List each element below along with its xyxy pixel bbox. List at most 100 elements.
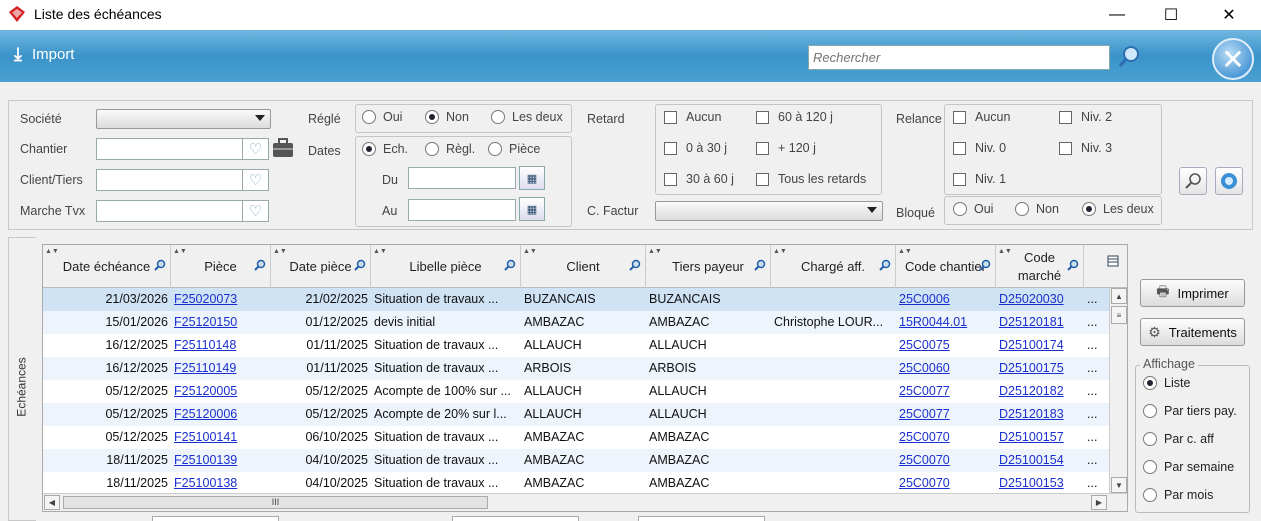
cell-code-chantier[interactable]: 25C0060 bbox=[896, 357, 996, 380]
affichage-caff-radio[interactable]: Par c. aff bbox=[1143, 432, 1214, 446]
cell-piece[interactable]: F25110148 bbox=[171, 334, 271, 357]
cell-piece[interactable]: F25100139 bbox=[171, 449, 271, 472]
cell-code-chantier[interactable]: 25C0006 bbox=[896, 288, 996, 311]
briefcase-icon[interactable] bbox=[271, 137, 295, 159]
cfactur-select[interactable] bbox=[655, 201, 883, 221]
cell-code-chantier[interactable]: 15R0044.01 bbox=[896, 311, 996, 334]
bloque-oui-radio[interactable]: Oui bbox=[953, 202, 993, 216]
table-row[interactable]: 05/12/2025 F25120006 05/12/2025 Acompte de … bbox=[43, 403, 1109, 426]
table-row[interactable]: 18/11/2025 F25100138 04/10/2025 Situation d… bbox=[43, 472, 1109, 495]
cell-code-marche[interactable]: D25100157 bbox=[996, 426, 1084, 449]
cell-piece[interactable]: F25020073 bbox=[171, 288, 271, 311]
close-icon[interactable]: ✕ bbox=[1212, 38, 1254, 80]
search-icon[interactable] bbox=[254, 259, 266, 271]
cell-piece[interactable]: F25110149 bbox=[171, 357, 271, 380]
window-close-button[interactable]: ✕ bbox=[1206, 0, 1252, 30]
scroll-right-icon[interactable]: ▶ bbox=[1091, 495, 1107, 510]
relance-niv3-checkbox[interactable]: Niv. 3 bbox=[1059, 141, 1112, 155]
regle-lesdeux-radio[interactable]: Les deux bbox=[491, 110, 563, 124]
col-options[interactable] bbox=[1084, 245, 1127, 288]
calendar-icon[interactable]: ▦ bbox=[519, 166, 545, 190]
relance-aucun-checkbox[interactable]: Aucun bbox=[953, 110, 1010, 124]
affichage-tiers-radio[interactable]: Par tiers pay. bbox=[1143, 404, 1237, 418]
retard-60-120-checkbox[interactable]: 60 à 120 j bbox=[756, 110, 833, 124]
societe-select[interactable] bbox=[96, 109, 271, 129]
horizontal-scrollbar[interactable]: ◀ III ▶ bbox=[43, 493, 1127, 511]
cell-piece[interactable]: F25120005 bbox=[171, 380, 271, 403]
import-button[interactable]: ⤓ Import bbox=[14, 44, 74, 65]
retard-0-30-checkbox[interactable]: 0 à 30 j bbox=[664, 141, 727, 155]
favorite-heart-icon[interactable]: ♡ bbox=[243, 200, 269, 222]
cell-piece[interactable]: F25100138 bbox=[171, 472, 271, 495]
cell-piece[interactable]: F25120150 bbox=[171, 311, 271, 334]
favorite-heart-icon[interactable]: ♡ bbox=[243, 169, 269, 191]
cell-piece[interactable]: F25100141 bbox=[171, 426, 271, 449]
search-icon[interactable] bbox=[1116, 44, 1142, 70]
print-button[interactable]: 🖶 Imprimer bbox=[1140, 279, 1245, 307]
dates-piece-radio[interactable]: Pièce bbox=[488, 142, 540, 156]
dates-regl-radio[interactable]: Règl. bbox=[425, 142, 475, 156]
cell-piece[interactable]: F25120006 bbox=[171, 403, 271, 426]
cell-code-marche[interactable]: D25120182 bbox=[996, 380, 1084, 403]
marche-field[interactable] bbox=[96, 200, 243, 222]
cell-code-marche[interactable]: D25100154 bbox=[996, 449, 1084, 472]
date-du-field[interactable] bbox=[408, 167, 516, 189]
retard-aucun-checkbox[interactable]: Aucun bbox=[664, 110, 721, 124]
table-row[interactable]: 18/11/2025 F25100139 04/10/2025 Situation d… bbox=[43, 449, 1109, 472]
regle-oui-radio[interactable]: Oui bbox=[362, 110, 402, 124]
cell-code-chantier[interactable]: 25C0070 bbox=[896, 426, 996, 449]
dates-ech-radio[interactable]: Ech. bbox=[362, 142, 408, 156]
table-row[interactable]: 16/12/2025 F25110148 01/11/2025 Situation d… bbox=[43, 334, 1109, 357]
vertical-scrollbar[interactable]: ▲ ≡ ▼ bbox=[1109, 288, 1127, 493]
cell-code-chantier[interactable]: 25C0070 bbox=[896, 472, 996, 495]
affichage-mois-radio[interactable]: Par mois bbox=[1143, 488, 1213, 502]
cell-code-chantier[interactable]: 25C0077 bbox=[896, 403, 996, 426]
table-row[interactable]: 21/03/2026 F25020073 21/02/2025 Situation d… bbox=[43, 288, 1109, 311]
retard-120plus-checkbox[interactable]: + 120 j bbox=[756, 141, 816, 155]
minimize-button[interactable]: — bbox=[1094, 0, 1140, 30]
search-icon[interactable] bbox=[629, 259, 641, 271]
table-row[interactable]: 16/12/2025 F25110149 01/11/2025 Situation d… bbox=[43, 357, 1109, 380]
refresh-button[interactable] bbox=[1215, 167, 1243, 195]
scroll-thumb[interactable]: ≡ bbox=[1111, 306, 1127, 324]
col-piece[interactable]: ▲▼ Pièce bbox=[171, 245, 271, 288]
bloque-lesdeux-radio[interactable]: Les deux bbox=[1082, 202, 1154, 216]
relance-niv2-checkbox[interactable]: Niv. 2 bbox=[1059, 110, 1112, 124]
traitements-button[interactable]: ⚙ Traitements bbox=[1140, 318, 1245, 346]
cell-code-marche[interactable]: D25020030 bbox=[996, 288, 1084, 311]
col-charge-aff[interactable]: ▲▼ Chargé aff. bbox=[771, 245, 896, 288]
maximize-button[interactable]: ☐ bbox=[1148, 0, 1194, 30]
table-row[interactable]: 15/01/2026 F25120150 01/12/2025 devis initi… bbox=[43, 311, 1109, 334]
affichage-semaine-radio[interactable]: Par semaine bbox=[1143, 460, 1234, 474]
table-row[interactable]: 05/12/2025 F25100141 06/10/2025 Situation d… bbox=[43, 426, 1109, 449]
search-input[interactable] bbox=[808, 45, 1110, 70]
affichage-liste-radio[interactable]: Liste bbox=[1143, 376, 1190, 390]
cell-code-chantier[interactable]: 25C0075 bbox=[896, 334, 996, 357]
bloque-non-radio[interactable]: Non bbox=[1015, 202, 1059, 216]
col-tiers-payeur[interactable]: ▲▼ Tiers payeur bbox=[646, 245, 771, 288]
col-libelle-piece[interactable]: ▲▼ Libelle pièce bbox=[371, 245, 521, 288]
scroll-left-icon[interactable]: ◀ bbox=[44, 495, 60, 510]
col-code-marche[interactable]: ▲▼ Code marché bbox=[996, 245, 1084, 288]
scroll-thumb[interactable]: III bbox=[63, 496, 488, 509]
search-icon[interactable] bbox=[504, 259, 516, 271]
search-icon[interactable] bbox=[879, 259, 891, 271]
scroll-down-icon[interactable]: ▼ bbox=[1111, 477, 1127, 493]
cell-code-chantier[interactable]: 25C0077 bbox=[896, 380, 996, 403]
cell-code-chantier[interactable]: 25C0070 bbox=[896, 449, 996, 472]
retard-30-60-checkbox[interactable]: 30 à 60 j bbox=[664, 172, 734, 186]
scroll-up-icon[interactable]: ▲ bbox=[1111, 288, 1127, 304]
cell-code-marche[interactable]: D25100153 bbox=[996, 472, 1084, 495]
cell-code-marche[interactable]: D25120181 bbox=[996, 311, 1084, 334]
regle-non-radio[interactable]: Non bbox=[425, 110, 469, 124]
search-icon[interactable] bbox=[979, 259, 991, 271]
col-code-chantier[interactable]: ▲▼ Code chantier bbox=[896, 245, 996, 288]
col-date-echeance[interactable]: ▲▼ Date échéance bbox=[43, 245, 171, 288]
relance-niv1-checkbox[interactable]: Niv. 1 bbox=[953, 172, 1006, 186]
retard-tous-checkbox[interactable]: Tous les retards bbox=[756, 172, 866, 186]
chantier-field[interactable] bbox=[96, 138, 243, 160]
client-tiers-field[interactable] bbox=[96, 169, 243, 191]
cell-code-marche[interactable]: D25100175 bbox=[996, 357, 1084, 380]
col-client[interactable]: ▲▼ Client bbox=[521, 245, 646, 288]
col-date-piece[interactable]: ▲▼ Date pièce bbox=[271, 245, 371, 288]
